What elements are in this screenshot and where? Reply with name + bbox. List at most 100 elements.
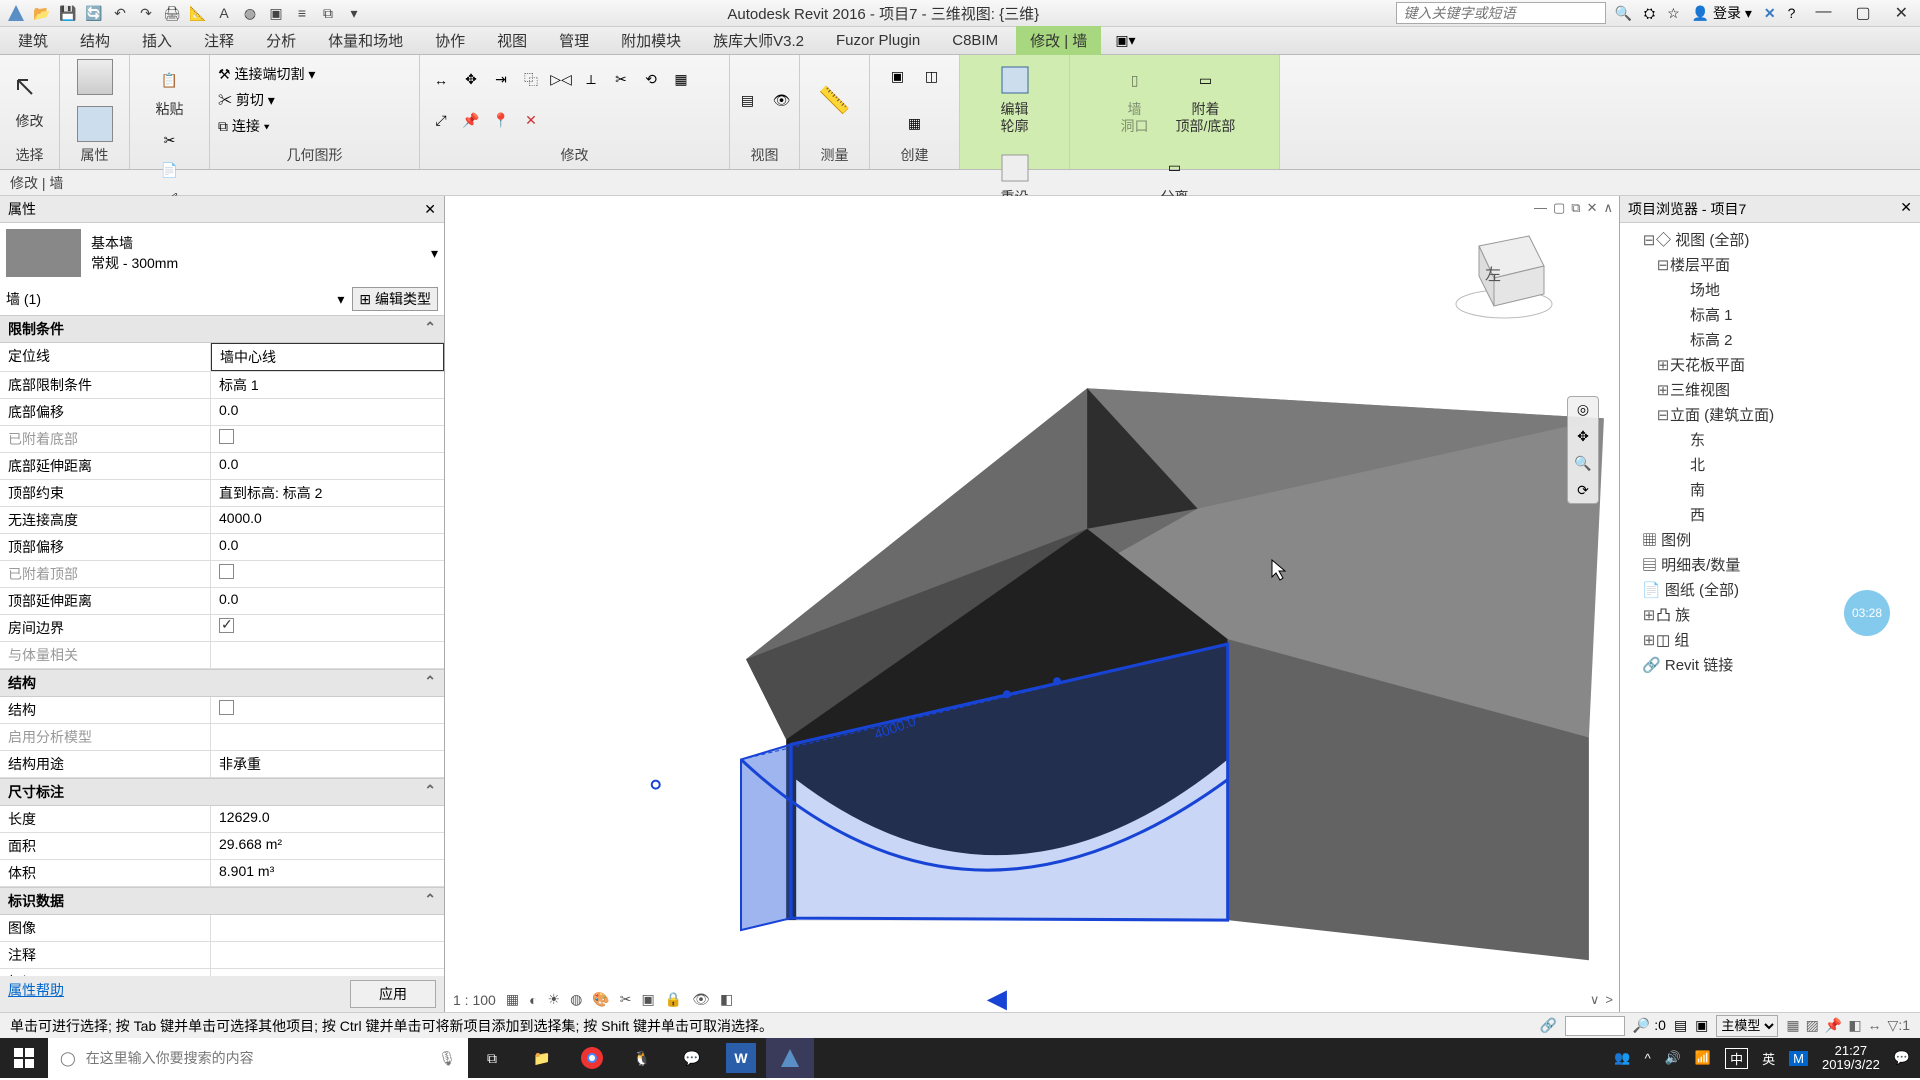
- navigation-bar[interactable]: ◎ ✥ 🔍 ⟳: [1567, 396, 1599, 504]
- sun-path-icon[interactable]: ☀: [548, 991, 561, 1008]
- viewcube[interactable]: 左: [1449, 216, 1559, 329]
- reveal-icon[interactable]: ◧: [720, 991, 733, 1008]
- favorite-icon[interactable]: ☆: [1667, 5, 1680, 22]
- mirror-icon[interactable]: ▷◁: [548, 67, 574, 93]
- crop-icon[interactable]: ✂: [620, 991, 632, 1008]
- filter-icon[interactable]: ▤: [1674, 1017, 1687, 1034]
- edit-profile-button[interactable]: 编辑 轮廓: [988, 57, 1042, 137]
- tab-view[interactable]: 视图: [483, 26, 541, 55]
- workset-select[interactable]: 主模型: [1716, 1015, 1778, 1037]
- edit-type-button[interactable]: ⊞ 编辑类型: [352, 287, 438, 311]
- switch-win-icon[interactable]: ▾: [344, 3, 364, 23]
- chevron-down-icon[interactable]: ▾: [431, 245, 438, 262]
- prop-image[interactable]: 图像: [0, 915, 444, 942]
- cat-identity[interactable]: 标识数据: [8, 891, 64, 911]
- undo-icon[interactable]: ↶: [110, 3, 130, 23]
- prop-comments[interactable]: 注释: [0, 942, 444, 969]
- properties-button[interactable]: [77, 59, 113, 95]
- action-center-icon[interactable]: 💬: [1894, 1050, 1910, 1066]
- tab-modify-wall[interactable]: 修改 | 墙: [1016, 26, 1101, 55]
- properties-help-link[interactable]: 属性帮助: [8, 980, 64, 1008]
- node-west[interactable]: 西: [1620, 502, 1920, 527]
- view-close-icon[interactable]: ✕: [1587, 200, 1598, 216]
- detail-level-icon[interactable]: ▦: [506, 991, 519, 1008]
- taskbar-time[interactable]: 21:27: [1822, 1044, 1880, 1058]
- node-site[interactable]: 场地: [1620, 277, 1920, 302]
- node-east[interactable]: 东: [1620, 427, 1920, 452]
- create-group-icon[interactable]: ▣: [885, 64, 911, 90]
- render-icon[interactable]: 🎨: [592, 991, 609, 1008]
- editable-only-icon[interactable]: ▣: [1695, 1017, 1708, 1034]
- prop-structural[interactable]: 结构: [0, 697, 444, 724]
- orbit-icon[interactable]: ⟳: [1577, 482, 1589, 499]
- save-icon[interactable]: 💾: [58, 3, 78, 23]
- scroll-right-icon[interactable]: >: [1605, 992, 1613, 1008]
- prop-unconn-height[interactable]: 无连接高度4000.0: [0, 507, 444, 534]
- visual-style-icon[interactable]: ◐: [529, 992, 537, 1008]
- print-icon[interactable]: 🖨: [162, 3, 182, 23]
- thin-lines-icon[interactable]: ≡: [292, 3, 312, 23]
- node-schedules[interactable]: ▤ 明细表/数量: [1620, 552, 1920, 577]
- cat-structure[interactable]: 结构: [8, 673, 36, 693]
- instance-filter[interactable]: 墙 (1): [6, 289, 329, 309]
- tab-manage[interactable]: 管理: [545, 26, 603, 55]
- tab-architecture[interactable]: 建筑: [4, 26, 62, 55]
- network-icon[interactable]: 📶: [1695, 1050, 1711, 1066]
- lock3d-icon[interactable]: 🔒: [665, 991, 682, 1008]
- modify-button[interactable]: 修改: [3, 69, 57, 132]
- explorer-icon[interactable]: 📁: [518, 1038, 566, 1078]
- view-min-icon[interactable]: —: [1534, 200, 1547, 216]
- node-ceiling[interactable]: ⊞天花板平面: [1620, 352, 1920, 377]
- align-icon[interactable]: ↔: [428, 67, 454, 93]
- taskbar-search[interactable]: ◯在这里输入你要搜索的内容🎙: [48, 1038, 468, 1078]
- prop-location-line[interactable]: 定位线墙中心线: [0, 343, 444, 372]
- collapse-icon[interactable]: ⌃: [424, 782, 436, 802]
- ime-en[interactable]: 英: [1762, 1049, 1775, 1068]
- prop-base-constraint[interactable]: 底部限制条件标高 1: [0, 372, 444, 399]
- tab-c8bim[interactable]: C8BIM: [938, 28, 1012, 53]
- search-icon[interactable]: 🔍: [1614, 5, 1631, 22]
- word-icon[interactable]: W: [726, 1043, 756, 1073]
- revit-app-icon[interactable]: [6, 3, 26, 23]
- apply-button[interactable]: 应用: [350, 980, 436, 1008]
- collapse-icon[interactable]: ⌃: [424, 891, 436, 911]
- node-elevation[interactable]: ⊟立面 (建筑立面): [1620, 402, 1920, 427]
- crop-visible-icon[interactable]: ▣: [641, 991, 654, 1008]
- select-underlay-icon[interactable]: ▨: [1806, 1017, 1819, 1034]
- browser-close-icon[interactable]: ✕: [1900, 199, 1912, 219]
- collapse-icon[interactable]: ⌃: [424, 673, 436, 693]
- unpin-icon[interactable]: 📍: [488, 108, 514, 134]
- node-3d[interactable]: ⊞三维视图: [1620, 377, 1920, 402]
- threeD-icon[interactable]: ◍: [240, 3, 260, 23]
- view-graphics-icon[interactable]: ▤: [735, 87, 761, 113]
- offset-icon[interactable]: ⇥: [488, 67, 514, 93]
- workset-icon[interactable]: 🔗: [1539, 1017, 1556, 1034]
- array-icon[interactable]: ▦: [668, 67, 694, 93]
- drawing-area[interactable]: 4000.0 左 ◎ ✥ 🔍 ⟳ —▢⧉✕∧ 1 : 100 ▦: [445, 196, 1620, 1012]
- view-restore-icon[interactable]: ⧉: [1571, 200, 1580, 216]
- shadows-icon[interactable]: ◍: [570, 991, 582, 1008]
- node-north[interactable]: 北: [1620, 452, 1920, 477]
- wall-opening-button[interactable]: ▯墙 洞口: [1108, 57, 1162, 137]
- tab-massing[interactable]: 体量和场地: [314, 26, 417, 55]
- drag-elements-icon[interactable]: ↔: [1868, 1017, 1882, 1034]
- paste-button[interactable]: 📋粘贴: [143, 57, 197, 120]
- ime-m-icon[interactable]: M: [1789, 1051, 1808, 1066]
- scroll-left-icon[interactable]: ∨: [1590, 992, 1600, 1008]
- tab-fuzor[interactable]: Fuzor Plugin: [822, 28, 934, 53]
- node-floorplans[interactable]: ⊟楼层平面: [1620, 252, 1920, 277]
- infocenter-search[interactable]: [1396, 2, 1606, 24]
- join-geom-button[interactable]: ⧉ 连接 ▾: [218, 116, 270, 136]
- type-properties-button[interactable]: [77, 106, 113, 142]
- prop-top-ext[interactable]: 顶部延伸距离0.0: [0, 588, 444, 615]
- prop-room-bounding[interactable]: 房间边界: [0, 615, 444, 642]
- node-revit-links[interactable]: 🔗 Revit 链接: [1620, 652, 1920, 677]
- prop-base-ext[interactable]: 底部延伸距离0.0: [0, 453, 444, 480]
- cat-dimensions[interactable]: 尺寸标注: [8, 782, 64, 802]
- view-scale[interactable]: 1 : 100: [453, 992, 496, 1008]
- prop-base-offset[interactable]: 底部偏移0.0: [0, 399, 444, 426]
- tab-analyze[interactable]: 分析: [252, 26, 310, 55]
- move-icon[interactable]: ✥: [458, 67, 484, 93]
- wechat-icon[interactable]: 💬: [668, 1038, 716, 1078]
- tab-insert[interactable]: 插入: [128, 26, 186, 55]
